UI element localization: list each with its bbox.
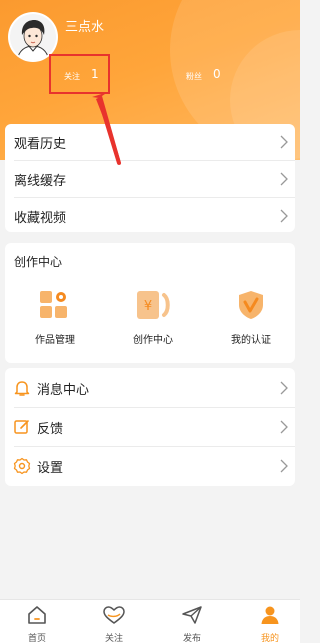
chevron-right-icon bbox=[280, 209, 288, 223]
user-icon bbox=[261, 606, 279, 624]
heart-icon bbox=[103, 606, 125, 624]
settings-menu-card: 消息中心 反馈 设置 bbox=[5, 368, 295, 486]
home-icon bbox=[28, 606, 46, 624]
nav-label: 关注 bbox=[104, 634, 123, 643]
tool-works-manage[interactable]: 作品管理 bbox=[20, 289, 90, 346]
tool-label: 创作中心 bbox=[133, 335, 173, 346]
tool-verification[interactable]: 我的认证 bbox=[216, 289, 286, 346]
annotation-arrow bbox=[92, 92, 121, 165]
menu-item-label: 收藏视频 bbox=[14, 210, 67, 226]
chevron-right-icon bbox=[280, 420, 288, 434]
nav-mine[interactable]: 我的 bbox=[245, 604, 295, 643]
verification-badge-icon bbox=[239, 291, 263, 319]
menu-item-label: 消息中心 bbox=[37, 382, 90, 398]
send-icon bbox=[182, 606, 202, 624]
nav-publish[interactable]: 发布 bbox=[167, 604, 217, 643]
gear-icon bbox=[13, 457, 31, 475]
bottom-nav: 首页 关注 发布 我的 bbox=[0, 599, 300, 643]
chevron-right-icon bbox=[280, 459, 288, 473]
nav-label: 我的 bbox=[260, 634, 279, 643]
divider bbox=[14, 446, 295, 447]
menu-item-label: 设置 bbox=[37, 460, 64, 476]
menu-item-message-center[interactable]: 消息中心 bbox=[5, 370, 295, 406]
menu-item-favorite-videos[interactable]: 收藏视频 bbox=[5, 198, 295, 234]
menu-item-settings[interactable]: 设置 bbox=[5, 448, 295, 484]
creation-center-card: 创作中心 作品管理 ¥ 创作中心 我的认证 bbox=[5, 243, 295, 363]
tool-creation-center[interactable]: ¥ 创作中心 bbox=[118, 289, 188, 346]
nav-home[interactable]: 首页 bbox=[12, 604, 62, 643]
nav-label: 首页 bbox=[27, 634, 46, 643]
creation-center-icon: ¥ bbox=[137, 291, 170, 319]
svg-text:¥: ¥ bbox=[144, 299, 152, 314]
tool-label: 我的认证 bbox=[231, 335, 271, 346]
divider bbox=[14, 407, 295, 408]
nav-label: 发布 bbox=[182, 634, 201, 643]
bell-icon bbox=[13, 379, 31, 397]
chevron-right-icon bbox=[280, 381, 288, 395]
profile-page: 三点水 关注 1 粉丝 0 观看历史 离线缓存 收藏视频 创作中心 作品管理 ¥… bbox=[0, 0, 300, 643]
menu-item-feedback[interactable]: 反馈 bbox=[5, 409, 295, 445]
section-title: 创作中心 bbox=[14, 255, 63, 269]
nav-following[interactable]: 关注 bbox=[89, 604, 139, 643]
menu-item-label: 反馈 bbox=[37, 421, 64, 437]
tool-label: 作品管理 bbox=[35, 335, 75, 346]
works-manage-icon bbox=[40, 291, 67, 318]
edit-icon bbox=[13, 418, 31, 436]
